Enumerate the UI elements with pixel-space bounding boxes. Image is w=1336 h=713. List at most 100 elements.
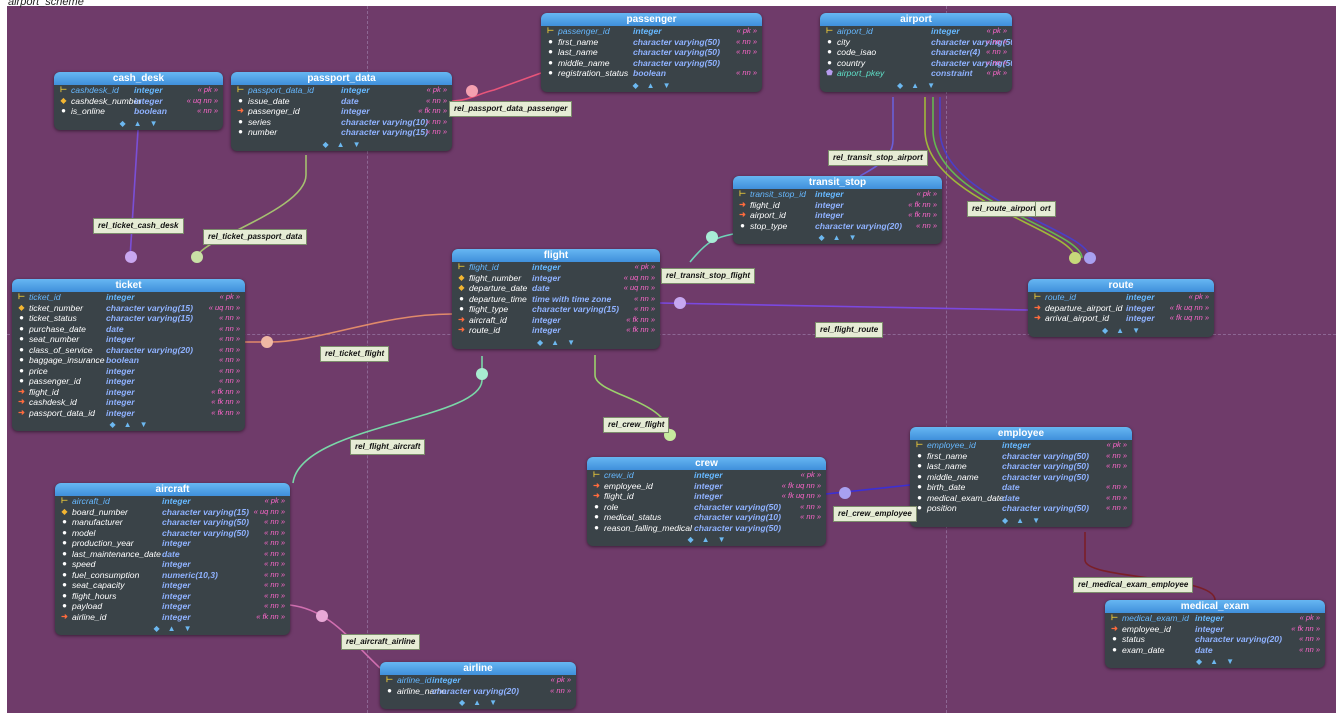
entity-title[interactable]: medical_exam bbox=[1105, 600, 1325, 613]
entity-airport[interactable]: airport ⊢ airport_id integer « pk » ● city char… bbox=[820, 13, 1012, 92]
column-row[interactable]: ● birth_date date « nn » bbox=[910, 482, 1132, 493]
entity-route[interactable]: route ⊢ route_id integer « pk » ➜ departure_ai… bbox=[1028, 279, 1214, 337]
triangle-down-icon[interactable]: ▼ bbox=[1132, 326, 1140, 335]
triangle-down-icon[interactable]: ▼ bbox=[567, 338, 575, 347]
relation-label-route-airport[interactable]: rel_route_airport1 bbox=[967, 201, 1046, 217]
relation-label-ticket-passport[interactable]: rel_ticket_passport_data bbox=[203, 229, 308, 245]
column-row[interactable]: ⊢ route_id integer « pk » bbox=[1028, 292, 1214, 303]
column-row[interactable]: ● last_name character varying(50) « nn » bbox=[910, 461, 1132, 472]
entity-passport_data[interactable]: passport_data ⊢ passport_data_id integer « p… bbox=[231, 72, 452, 151]
entity-employee[interactable]: employee ⊢ employee_id integer « pk » ● first_… bbox=[910, 427, 1132, 527]
column-row[interactable]: ● flight_hours integer « nn » bbox=[55, 591, 290, 602]
column-row[interactable]: ● seat_number integer « nn » bbox=[12, 334, 245, 345]
diamond-icon[interactable]: ◆ bbox=[459, 698, 465, 707]
column-row[interactable]: ➜ flight_id integer « fk nn » bbox=[733, 200, 942, 211]
column-row[interactable]: ● position character varying(50) « nn » bbox=[910, 503, 1132, 514]
triangle-up-icon[interactable]: ▲ bbox=[702, 535, 710, 544]
column-row[interactable]: ● medical_exam_date date « nn » bbox=[910, 493, 1132, 504]
column-row[interactable]: ● baggage_insurance boolean « nn » bbox=[12, 355, 245, 366]
column-row[interactable]: ● last_maintenance_date date « nn » bbox=[55, 549, 290, 560]
column-row[interactable]: ⊢ medical_exam_id integer « pk » bbox=[1105, 613, 1325, 624]
column-row[interactable]: ⊢ aircraft_id integer « pk » bbox=[55, 496, 290, 507]
relation-label-medical-employee[interactable]: rel_medical_exam_employee bbox=[1073, 577, 1194, 593]
triangle-up-icon[interactable]: ▲ bbox=[1210, 657, 1218, 666]
entity-aircraft[interactable]: aircraft ⊢ aircraft_id integer « pk » ◆ board_… bbox=[55, 483, 290, 635]
column-row[interactable]: ● purchase_date date « nn » bbox=[12, 324, 245, 335]
column-row[interactable]: ● middle_name character varying(50) bbox=[541, 58, 762, 69]
relation-label-flight-aircraft[interactable]: rel_flight_aircraft bbox=[350, 439, 426, 455]
column-row[interactable]: ● last_name character varying(50) « nn » bbox=[541, 47, 762, 58]
column-row[interactable]: ➜ aircraft_id integer « fk nn » bbox=[452, 315, 660, 326]
diamond-icon[interactable]: ◆ bbox=[110, 420, 116, 429]
triangle-down-icon[interactable]: ▼ bbox=[927, 81, 935, 90]
column-row[interactable]: ● is_online boolean « nn » bbox=[54, 106, 223, 117]
column-row[interactable]: ⊢ employee_id integer « pk » bbox=[910, 440, 1132, 451]
column-row[interactable]: ● departure_time time with time zone « nn » bbox=[452, 294, 660, 305]
entity-ticket[interactable]: ticket ⊢ ticket_id integer « pk » ◆ ticket_num… bbox=[12, 279, 245, 431]
column-row[interactable]: ● payload integer « nn » bbox=[55, 601, 290, 612]
triangle-down-icon[interactable]: ▼ bbox=[663, 81, 671, 90]
column-row[interactable]: ⊢ airline_id integer « pk » bbox=[380, 675, 576, 686]
relation-label-ticket-flight[interactable]: rel_ticket_flight bbox=[320, 346, 390, 362]
triangle-up-icon[interactable]: ▲ bbox=[911, 81, 919, 90]
entity-medical_exam[interactable]: medical_exam ⊢ medical_exam_id integer « pk … bbox=[1105, 600, 1325, 668]
diamond-icon[interactable]: ◆ bbox=[154, 624, 160, 633]
diagram-canvas[interactable]: airport_scheme passenger ⊢ passenger_id … bbox=[0, 0, 1336, 713]
triangle-up-icon[interactable]: ▲ bbox=[134, 119, 142, 128]
entity-title[interactable]: airport bbox=[820, 13, 1012, 26]
relation-label-flight-route[interactable]: rel_flight_route bbox=[815, 322, 884, 338]
column-row[interactable]: ⊢ cashdesk_id integer « pk » bbox=[54, 85, 223, 96]
triangle-down-icon[interactable]: ▼ bbox=[718, 535, 726, 544]
triangle-up-icon[interactable]: ▲ bbox=[1016, 516, 1024, 525]
triangle-up-icon[interactable]: ▲ bbox=[647, 81, 655, 90]
column-row[interactable]: ● production_year integer « nn » bbox=[55, 538, 290, 549]
diamond-icon[interactable]: ◆ bbox=[120, 119, 126, 128]
entity-passenger[interactable]: passenger ⊢ passenger_id integer « pk » ● firs… bbox=[541, 13, 762, 92]
column-row[interactable]: ◆ ticket_number character varying(15) « uq … bbox=[12, 303, 245, 314]
triangle-up-icon[interactable]: ▲ bbox=[473, 698, 481, 707]
column-row[interactable]: ◆ departure_date date « uq nn » bbox=[452, 283, 660, 294]
triangle-down-icon[interactable]: ▼ bbox=[140, 420, 148, 429]
column-row[interactable]: ● city character varying(50) « nn » bbox=[820, 37, 1012, 48]
column-row[interactable]: ● registration_status boolean « nn » bbox=[541, 68, 762, 79]
column-row[interactable]: ● role character varying(50) « nn » bbox=[587, 502, 826, 513]
column-row[interactable]: ● first_name character varying(50) « nn » bbox=[910, 451, 1132, 462]
column-row[interactable]: ● code_isao character(4) « nn » bbox=[820, 47, 1012, 58]
column-row[interactable]: ⊢ flight_id integer « pk » bbox=[452, 262, 660, 273]
diamond-icon[interactable]: ◆ bbox=[323, 140, 329, 149]
column-row[interactable]: ● class_of_service character varying(20) « … bbox=[12, 345, 245, 356]
relation-label-route-airport2[interactable]: ort bbox=[1035, 201, 1056, 217]
column-row[interactable]: ● speed integer « nn » bbox=[55, 559, 290, 570]
triangle-up-icon[interactable]: ▲ bbox=[1116, 326, 1124, 335]
entity-cash_desk[interactable]: cash_desk ⊢ cashdesk_id integer « pk » ◆ cashd… bbox=[54, 72, 223, 130]
column-row[interactable]: ➜ route_id integer « fk nn » bbox=[452, 325, 660, 336]
column-row[interactable]: ➜ flight_id integer « fk uq nn » bbox=[587, 491, 826, 502]
column-row[interactable]: ● passenger_id integer « nn » bbox=[12, 376, 245, 387]
diamond-icon[interactable]: ◆ bbox=[688, 535, 694, 544]
triangle-down-icon[interactable]: ▼ bbox=[184, 624, 192, 633]
triangle-down-icon[interactable]: ▼ bbox=[150, 119, 158, 128]
triangle-up-icon[interactable]: ▲ bbox=[337, 140, 345, 149]
column-row[interactable]: ● country character varying(50) « nn » bbox=[820, 58, 1012, 69]
entity-title[interactable]: passenger bbox=[541, 13, 762, 26]
column-row[interactable]: ➜ cashdesk_id integer « fk nn » bbox=[12, 397, 245, 408]
diamond-icon[interactable]: ◆ bbox=[1196, 657, 1202, 666]
triangle-down-icon[interactable]: ▼ bbox=[1226, 657, 1234, 666]
diamond-icon[interactable]: ◆ bbox=[819, 233, 825, 242]
entity-transit_stop[interactable]: transit_stop ⊢ transit_stop_id integer « pk … bbox=[733, 176, 942, 244]
triangle-up-icon[interactable]: ▲ bbox=[124, 420, 132, 429]
column-row[interactable]: ⊢ transit_stop_id integer « pk » bbox=[733, 189, 942, 200]
diamond-icon[interactable]: ◆ bbox=[633, 81, 639, 90]
relation-label-aircraft-airline[interactable]: rel_aircraft_airline bbox=[341, 634, 421, 650]
column-row[interactable]: ◆ cashdesk_number integer « uq nn » bbox=[54, 96, 223, 107]
entity-title[interactable]: crew bbox=[587, 457, 826, 470]
column-row[interactable]: ● reason_falling_medical character varying… bbox=[587, 523, 826, 534]
column-row[interactable]: ● model character varying(50) « nn » bbox=[55, 528, 290, 539]
column-row[interactable]: ➜ airline_id integer « fk nn » bbox=[55, 612, 290, 623]
diamond-icon[interactable]: ◆ bbox=[1002, 516, 1008, 525]
column-row[interactable]: ➜ flight_id integer « fk nn » bbox=[12, 387, 245, 398]
column-row[interactable]: ● flight_type character varying(15) « nn » bbox=[452, 304, 660, 315]
column-row[interactable]: ⊢ ticket_id integer « pk » bbox=[12, 292, 245, 303]
column-row[interactable]: ● fuel_consumption numeric(10,3) « nn » bbox=[55, 570, 290, 581]
column-row[interactable]: ● manufacturer character varying(50) « nn » bbox=[55, 517, 290, 528]
